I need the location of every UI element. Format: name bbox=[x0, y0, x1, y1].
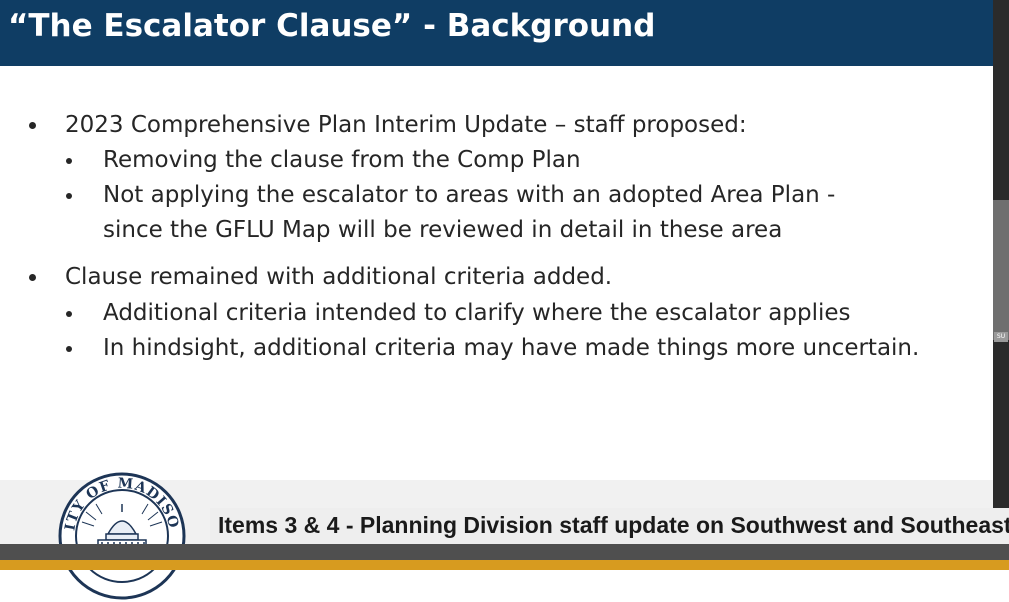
slide-title: “The Escalator Clause” - Background bbox=[8, 8, 656, 44]
city-seal-logo: CITY OF MADISON bbox=[56, 470, 186, 600]
sub-bullet-item: Additional criteria intended to clarify … bbox=[103, 300, 851, 326]
bullet-dot bbox=[29, 122, 36, 129]
sub-bullet-dot bbox=[66, 158, 72, 164]
right-video-strip: SU bbox=[993, 0, 1009, 570]
accent-bar bbox=[0, 560, 1009, 570]
bullet-dot bbox=[29, 274, 36, 281]
caption-text: Items 3 & 4 - Planning Division staff up… bbox=[218, 512, 1009, 538]
caption-bar: Items 3 & 4 - Planning Division staff up… bbox=[210, 508, 1009, 544]
participant-tile[interactable] bbox=[993, 200, 1009, 340]
sub-bullet-item: Not applying the escalator to areas with… bbox=[103, 182, 836, 208]
bullet-item: Clause remained with additional criteria… bbox=[65, 264, 613, 290]
bullet-item: 2023 Comprehensive Plan Interim Update –… bbox=[65, 112, 747, 138]
sub-bullet-dot bbox=[66, 193, 72, 199]
sub-bullet-item: Removing the clause from the Comp Plan bbox=[103, 147, 581, 173]
sub-bullet-item: In hindsight, additional criteria may ha… bbox=[103, 335, 920, 361]
sub-bullet-dot bbox=[66, 346, 72, 352]
sub-bullet-dot bbox=[66, 311, 72, 317]
sub-bullet-item-continuation: since the GFLU Map will be reviewed in d… bbox=[103, 217, 783, 243]
slide-body: 2023 Comprehensive Plan Interim Update –… bbox=[0, 66, 993, 486]
participant-label: SU bbox=[994, 332, 1008, 342]
slide-title-bar: “The Escalator Clause” - Background bbox=[0, 0, 993, 66]
